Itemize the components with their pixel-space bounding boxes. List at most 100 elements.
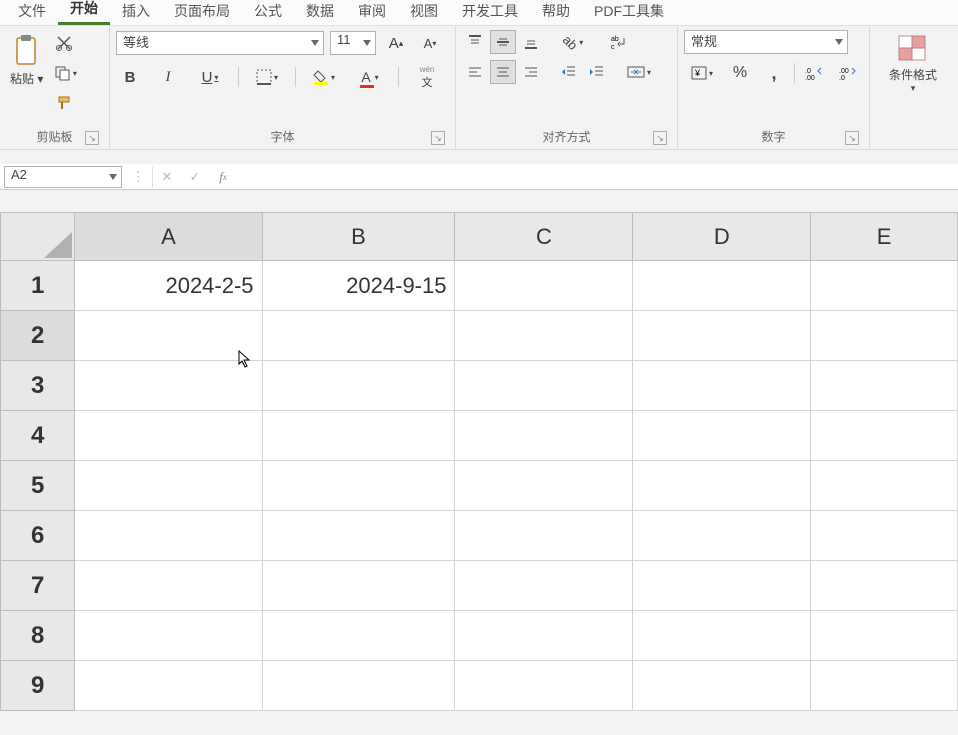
row-header-3[interactable]: 3 — [1, 361, 75, 411]
row-header-9[interactable]: 9 — [1, 661, 75, 711]
menu-home[interactable]: 开始 — [58, 0, 110, 25]
enter-entry-button[interactable]: ✓ — [181, 166, 209, 188]
cell-b2[interactable] — [262, 311, 455, 361]
cell-d6[interactable] — [633, 511, 811, 561]
cell-a7[interactable] — [75, 561, 262, 611]
cell-e8[interactable] — [811, 611, 958, 661]
row-header-4[interactable]: 4 — [1, 411, 75, 461]
menu-review[interactable]: 审阅 — [346, 0, 398, 25]
menu-view[interactable]: 视图 — [398, 0, 450, 25]
row-header-6[interactable]: 6 — [1, 511, 75, 561]
menu-pdftools[interactable]: PDF工具集 — [582, 0, 676, 25]
cell-a2[interactable] — [75, 311, 262, 361]
menu-data[interactable]: 数据 — [294, 0, 346, 25]
accounting-format-button[interactable]: ¥ ▾ — [685, 61, 719, 85]
col-header-a[interactable]: A — [75, 213, 262, 261]
select-all-corner[interactable] — [1, 213, 75, 261]
cell-e6[interactable] — [811, 511, 958, 561]
cut-button[interactable] — [52, 31, 78, 55]
increase-font-button[interactable]: A▴ — [383, 31, 409, 55]
cell-d2[interactable] — [633, 311, 811, 361]
cell-e5[interactable] — [811, 461, 958, 511]
underline-button[interactable]: U▾ — [193, 65, 227, 89]
number-format-select[interactable]: 常规 — [684, 30, 848, 54]
cell-a5[interactable] — [75, 461, 262, 511]
row-header-2[interactable]: 2 — [1, 311, 75, 361]
font-color-button[interactable]: A ▾ — [353, 65, 387, 89]
align-center-button[interactable] — [490, 60, 516, 84]
cell-e4[interactable] — [811, 411, 958, 461]
cancel-entry-button[interactable]: ✕ — [153, 166, 181, 188]
decrease-indent-button[interactable] — [556, 60, 582, 84]
decrease-decimal-button[interactable]: .00.0 — [836, 61, 862, 85]
fill-color-button[interactable]: ▾ — [307, 65, 341, 89]
menu-file[interactable]: 文件 — [6, 0, 58, 25]
col-header-d[interactable]: D — [633, 213, 811, 261]
wrap-text-button[interactable]: abc — [602, 30, 636, 54]
align-bottom-button[interactable] — [518, 30, 544, 54]
percent-button[interactable]: % — [727, 61, 753, 85]
italic-button[interactable]: I — [155, 65, 181, 89]
col-header-e[interactable]: E — [811, 213, 958, 261]
cell-b8[interactable] — [262, 611, 455, 661]
cell-d7[interactable] — [633, 561, 811, 611]
menu-pagelayout[interactable]: 页面布局 — [162, 0, 242, 25]
cell-d4[interactable] — [633, 411, 811, 461]
cell-c7[interactable] — [455, 561, 633, 611]
align-right-button[interactable] — [518, 60, 544, 84]
cell-b3[interactable] — [262, 361, 455, 411]
align-middle-button[interactable] — [490, 30, 516, 54]
cell-d5[interactable] — [633, 461, 811, 511]
conditional-formatting-button[interactable]: 条件格式 ▾ — [885, 30, 941, 98]
number-launcher[interactable]: ↘ — [845, 131, 859, 145]
align-top-button[interactable] — [462, 30, 488, 54]
cell-e9[interactable] — [811, 661, 958, 711]
cell-a3[interactable] — [75, 361, 262, 411]
cell-c6[interactable] — [455, 511, 633, 561]
menu-formulas[interactable]: 公式 — [242, 0, 294, 25]
cell-b7[interactable] — [262, 561, 455, 611]
decrease-font-button[interactable]: A▾ — [417, 31, 443, 55]
phonetic-button[interactable]: wén 文 — [410, 65, 444, 89]
cell-d8[interactable] — [633, 611, 811, 661]
formula-options-button[interactable]: ⋮ — [124, 166, 152, 188]
cell-b4[interactable] — [262, 411, 455, 461]
insert-function-button[interactable]: fx — [209, 166, 237, 188]
cell-b5[interactable] — [262, 461, 455, 511]
cell-a9[interactable] — [75, 661, 262, 711]
font-size-select[interactable]: 11 — [330, 31, 376, 55]
bold-button[interactable]: B — [117, 65, 143, 89]
alignment-launcher[interactable]: ↘ — [653, 131, 667, 145]
col-header-c[interactable]: C — [455, 213, 633, 261]
cell-b9[interactable] — [262, 661, 455, 711]
cell-d3[interactable] — [633, 361, 811, 411]
row-header-8[interactable]: 8 — [1, 611, 75, 661]
orientation-button[interactable]: ab▾ — [556, 30, 590, 54]
name-box[interactable]: A2 — [4, 166, 122, 188]
cell-c9[interactable] — [455, 661, 633, 711]
align-left-button[interactable] — [462, 60, 488, 84]
row-header-1[interactable]: 1 — [1, 261, 75, 311]
font-name-select[interactable]: 等线 — [116, 31, 324, 55]
cell-c8[interactable] — [455, 611, 633, 661]
format-painter-button[interactable] — [52, 91, 78, 115]
increase-decimal-button[interactable]: .0.00 — [802, 61, 828, 85]
cell-e1[interactable] — [811, 261, 958, 311]
cell-c3[interactable] — [455, 361, 633, 411]
font-launcher[interactable]: ↘ — [431, 131, 445, 145]
row-header-5[interactable]: 5 — [1, 461, 75, 511]
cell-a1[interactable]: 2024-2-5 — [75, 261, 262, 311]
menu-insert[interactable]: 插入 — [110, 0, 162, 25]
borders-button[interactable]: ▾ — [250, 65, 284, 89]
paste-button[interactable]: 粘贴 ▾ — [6, 30, 47, 91]
cell-e2[interactable] — [811, 311, 958, 361]
merge-center-button[interactable]: ▾ — [622, 60, 656, 84]
clipboard-launcher[interactable]: ↘ — [85, 131, 99, 145]
cell-a6[interactable] — [75, 511, 262, 561]
cell-b1[interactable]: 2024-9-15 — [262, 261, 455, 311]
cell-c2[interactable] — [455, 311, 633, 361]
cell-e7[interactable] — [811, 561, 958, 611]
increase-indent-button[interactable] — [584, 60, 610, 84]
cell-e3[interactable] — [811, 361, 958, 411]
cell-c5[interactable] — [455, 461, 633, 511]
